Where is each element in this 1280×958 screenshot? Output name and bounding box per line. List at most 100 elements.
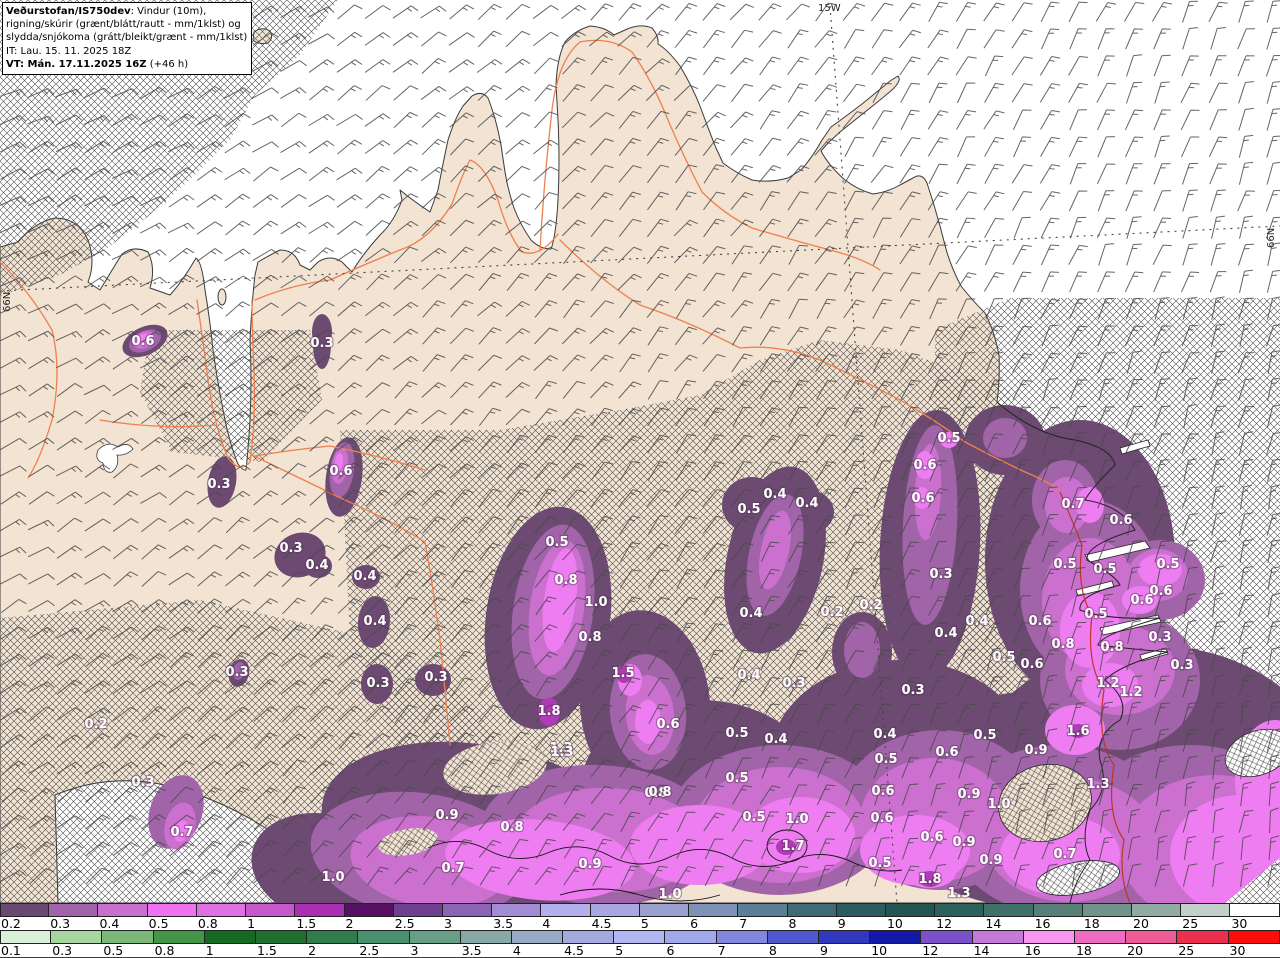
sleet-scale-cell [98, 904, 148, 916]
sleet-scale-tick: 16 [1034, 916, 1051, 931]
sleet-scale-cell [639, 904, 690, 916]
sleet-scale-cell [196, 904, 247, 916]
sleet-scale-tick: 1 [247, 916, 256, 931]
precip-value-label: 1.3 [947, 886, 970, 901]
sleet-scale-tick: 2 [345, 916, 354, 931]
precip-value-label: 0.9 [1024, 743, 1047, 758]
rain-scale-tick: 20 [1127, 943, 1144, 958]
precip-value-label: 1.2 [1096, 676, 1119, 691]
sleet-scale-ticks: 0.2 0.3 0.4 0.5 0.8 1 1.5 2 2.5 3 3.5 4 4.5 5 6 7 8 9 10 12… [0, 917, 1280, 930]
precip-value-label: 0.6 [1028, 614, 1051, 629]
map-title-line3: slydda/snjókoma (grátt/bleikt/grænt - mm… [6, 32, 248, 44]
rain-scale-cell [153, 931, 205, 943]
precip-value-label: 1.6 [1066, 724, 1089, 739]
precip-value-label: 0.5 [742, 810, 765, 825]
precip-value-label: 0.6 [131, 334, 154, 349]
precip-value-label: 0.3 [310, 336, 333, 351]
sleet-scale-tick: 0.4 [99, 916, 120, 931]
precip-value-label: 0.4 [737, 668, 760, 683]
precip-value-label: 1.0 [321, 870, 344, 885]
sleet-scale-tick: 5 [640, 916, 649, 931]
rain-scale-tick: 2.5 [359, 943, 380, 958]
sleet-scale-cell [1230, 904, 1280, 916]
rain-scale-cell [614, 931, 666, 943]
parallel-label-left: 66N [2, 292, 13, 312]
precip-value-label: 0.5 [992, 650, 1015, 665]
rain-scale-cell [51, 931, 103, 943]
rain-scale-cell [511, 931, 564, 943]
precip-value-label: 0.8 [578, 630, 601, 645]
rain-scale-tick: 16 [1024, 943, 1041, 958]
sleet-scale-tick: 2.5 [394, 916, 415, 931]
rain-scale-cell [204, 931, 256, 943]
precip-value-label: 0.6 [1020, 657, 1043, 672]
precip-value-label: 0.4 [873, 727, 896, 742]
precip-value-label: 1.5 [611, 666, 634, 681]
rain-scale-tick: 0.3 [52, 943, 73, 958]
precip-value-label: 0.8 [648, 785, 671, 800]
sleet-scale-tick: 0.8 [197, 916, 218, 931]
sleet-scale-cell [0, 904, 50, 916]
sleet-scale-cell [49, 904, 99, 916]
sleet-scale-tick: 12 [936, 916, 953, 931]
precip-value-label: 1.0 [987, 797, 1010, 812]
legend: 0.2 0.3 0.4 0.5 0.8 1 1.5 2 2.5 3 3.5 4 4.5 5 6 7 8 9 10 12… [0, 903, 1280, 958]
precip-value-label: 1.3 [550, 745, 573, 760]
precip-value-label: 0.2 [84, 717, 107, 732]
rain-scale-cell [1126, 931, 1178, 943]
rain-scale-cell [921, 931, 973, 943]
rain-scale-tick: 3 [410, 943, 419, 958]
sleet-scale-tick: 18 [1083, 916, 1100, 931]
sleet-scale-cell [1181, 904, 1231, 916]
precip-value-label: 1.7 [781, 839, 804, 854]
rain-scale-tick: 12 [922, 943, 939, 958]
precip-value-label: 0.6 [911, 491, 934, 506]
sleet-scale-tick: 6 [690, 916, 699, 931]
sleet-scale-tick: 3 [443, 916, 452, 931]
rain-scale-tick: 2 [308, 943, 317, 958]
sleet-scale-cell [590, 904, 640, 916]
precip-value-label: 0.3 [782, 676, 805, 691]
sleet-scale-cell [885, 904, 936, 916]
sleet-scale-tick: 8 [788, 916, 797, 931]
sleet-scale-cell [492, 904, 542, 916]
precip-value-label: 1.2 [1119, 685, 1142, 700]
sleet-scale-cell [147, 904, 197, 916]
precip-value-label: 0.3 [929, 567, 952, 582]
hrisey-island [217, 288, 227, 306]
rain-scale-cell [1023, 931, 1075, 943]
rain-scale-cell [0, 931, 52, 943]
rain-scale-cell [1177, 931, 1229, 943]
parallel-label-right: 66N [1266, 228, 1277, 248]
rain-scale-tick: 14 [973, 943, 990, 958]
sleet-scale-tick: 10 [886, 916, 903, 931]
precip-value-label: 0.5 [1093, 562, 1116, 577]
precip-value-label: 0.9 [952, 835, 975, 850]
precip-value-label: 0.5 [737, 502, 760, 517]
precip-value-label: 0.8 [500, 820, 523, 835]
precip-value-label: 0.2 [820, 605, 843, 620]
precip-value-label: 0.6 [1109, 513, 1132, 528]
sleet-scale-cell [935, 904, 985, 916]
precip-blob [844, 622, 880, 678]
precip-value-label: 0.4 [795, 496, 818, 511]
weather-map-app: 15W 66N 66N 0.6 0.3 0.3 0.6 0.3 0.4 0.4 0.4 0.3 0… [0, 0, 1280, 958]
sleet-scale-cell [738, 904, 788, 916]
precip-value-label: 0.7 [170, 825, 193, 840]
precip-value-label: 0.5 [545, 535, 568, 550]
precip-value-label: 0.5 [868, 856, 891, 871]
sleet-scale-tick: 1.5 [296, 916, 317, 931]
precip-value-label: 0.4 [763, 487, 786, 502]
sleet-scale-cell [787, 904, 837, 916]
precip-value-label: 1.8 [918, 872, 941, 887]
precip-value-label: 0.3 [225, 665, 248, 680]
rain-scale-tick: 0.1 [1, 943, 21, 958]
sleet-scale-cell [836, 904, 886, 916]
precip-value-label: 1.0 [584, 595, 607, 610]
sleet-scale-tick: 9 [837, 916, 846, 931]
precip-value-label: 0.7 [441, 861, 464, 876]
precip-value-label: 0.4 [353, 569, 376, 584]
precip-value-label: 1.0 [785, 812, 808, 827]
rain-scale-cell [716, 931, 768, 943]
sleet-scale-tick: 0.3 [50, 916, 71, 931]
